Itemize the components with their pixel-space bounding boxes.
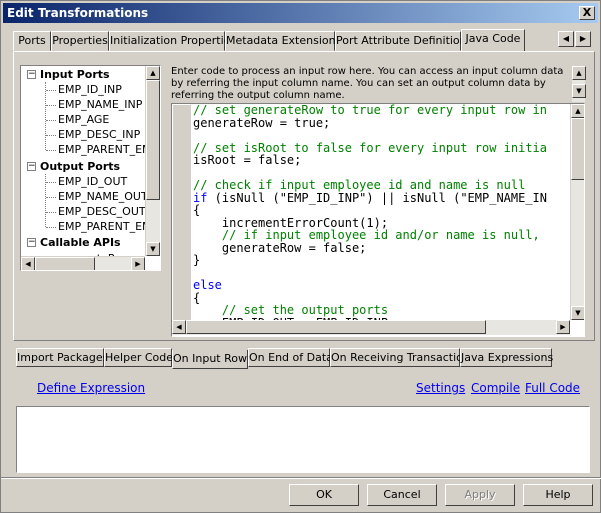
tab-properties[interactable]: Properties (51, 31, 109, 51)
separator (1, 477, 601, 479)
settings-link[interactable]: Settings (416, 381, 465, 395)
code-text[interactable]: // set generateRow to true for every inp… (193, 104, 573, 320)
code-line: // if input employee id and/or name is n… (193, 228, 540, 242)
tree-line (46, 227, 56, 228)
tab-scroll-right-icon[interactable]: ▶ (575, 31, 591, 47)
editor-horizontal-scrollbar[interactable]: ◀ ▶ (172, 320, 570, 335)
code-line: isRoot = false; (193, 153, 302, 167)
tree-item-emp-parent-emp-out[interactable]: EMP_PARENT_EMP (58, 219, 158, 234)
tree-item-emp-id-inp[interactable]: EMP_ID_INP (58, 82, 122, 97)
tree-line (45, 82, 46, 150)
instructions-scroll-up-icon[interactable]: ▲ (572, 66, 586, 80)
code-line: } (193, 253, 201, 267)
edit-transformations-window: Edit Transformations X Ports Properties … (0, 0, 601, 513)
tree-vertical-scrollbar[interactable]: ▲ ▼ (145, 66, 160, 256)
tree-item-emp-desc-out[interactable]: EMP_DESC_OUT (58, 204, 146, 219)
tree-line (46, 120, 56, 121)
tab-on-receiving-transaction[interactable]: On Receiving Transaction (330, 348, 470, 367)
editor-hscroll-thumb[interactable] (186, 320, 486, 334)
collapse-callable-apis-icon[interactable]: − (27, 238, 36, 247)
collapse-input-ports-icon[interactable]: − (27, 70, 36, 79)
tab-java-expressions[interactable]: Java Expressions (460, 348, 553, 367)
tab-initialization-properties[interactable]: Initialization Properties (109, 31, 236, 51)
cancel-button[interactable]: Cancel (367, 484, 437, 506)
tree-line (46, 150, 56, 151)
editor-scroll-thumb[interactable] (571, 118, 584, 180)
code-line: // set the output ports (193, 303, 389, 317)
code-line: generateRow = true; (193, 115, 331, 130)
tab-metadata-extensions[interactable]: Metadata Extensions (225, 31, 341, 51)
instructions-scrollbar[interactable]: ▲ ▼ (571, 66, 586, 102)
ports-tree[interactable]: − Input Ports EMP_ID_INP EMP_NAME_INP EM… (20, 65, 161, 271)
tree-item-emp-name-inp[interactable]: EMP_NAME_INP (58, 97, 142, 112)
editor-vertical-scrollbar[interactable]: ▲ ▼ (570, 104, 584, 320)
tree-scroll-up-icon[interactable]: ▲ (146, 66, 160, 80)
instructions-text: Enter code to process an input row here.… (171, 66, 564, 101)
tree-item-emp-id-out[interactable]: EMP_ID_OUT (58, 174, 127, 189)
title-bar[interactable]: Edit Transformations X (3, 3, 598, 23)
tree-scroll-right-icon[interactable]: ▶ (131, 257, 145, 270)
code-line: // check if input employee id and name i… (193, 178, 526, 192)
full-code-link[interactable]: Full Code (525, 381, 580, 395)
instructions-scroll-down-icon[interactable]: ▼ (572, 84, 586, 98)
code-line: else (193, 278, 222, 292)
compile-link[interactable]: Compile (471, 381, 520, 395)
compile-output-area[interactable] (16, 406, 590, 473)
tree-hscroll-thumb[interactable] (35, 257, 95, 270)
tree-node-callable-apis[interactable]: Callable APIs (40, 235, 121, 250)
code-editor[interactable]: // set generateRow to true for every inp… (171, 103, 585, 337)
code-line: generateRow = false; (193, 240, 367, 255)
tree-line (46, 212, 56, 213)
code-line: // set generateRow to true for every inp… (193, 104, 548, 117)
tree-item-emp-parent-emp-inp[interactable]: EMP_PARENT_EMP (58, 142, 158, 157)
tree-item-emp-age[interactable]: EMP_AGE (58, 112, 109, 127)
tree-node-output-ports[interactable]: Output Ports (40, 159, 120, 174)
help-button[interactable]: Help (523, 484, 593, 506)
tab-ports[interactable]: Ports (13, 31, 51, 51)
tab-port-attribute-definitions[interactable]: Port Attribute Definitions (335, 31, 472, 51)
tree-scroll-left-icon[interactable]: ◀ (21, 257, 35, 270)
editor-scroll-up-icon[interactable]: ▲ (571, 104, 584, 118)
tab-scroll-left-icon[interactable]: ◀ (558, 31, 574, 47)
tree-line (46, 182, 56, 183)
tab-on-input-row[interactable]: On Input Row (172, 350, 248, 369)
code-line: { (193, 203, 201, 217)
collapse-output-ports-icon[interactable]: − (27, 162, 36, 171)
tree-horizontal-scrollbar[interactable]: ◀ ▶ (21, 256, 145, 270)
editor-scroll-down-icon[interactable]: ▼ (571, 306, 584, 320)
define-expression-link[interactable]: Define Expression (37, 381, 145, 395)
ok-button[interactable]: OK (289, 484, 359, 506)
tree-scroll-thumb[interactable] (146, 80, 160, 200)
tree-scroll-down-icon[interactable]: ▼ (146, 242, 160, 256)
tab-import-packages[interactable]: Import Packages (16, 348, 108, 367)
tree-line (46, 135, 56, 136)
tree-line (46, 90, 56, 91)
tree-item-emp-name-out[interactable]: EMP_NAME_OUT (58, 189, 148, 204)
apply-button[interactable]: Apply (445, 484, 515, 506)
tree-node-input-ports[interactable]: Input Ports (40, 67, 110, 82)
editor-gutter (173, 105, 191, 321)
tab-helper-code[interactable]: Helper Code (104, 348, 173, 367)
window-title: Edit Transformations (7, 6, 149, 20)
editor-scroll-left-icon[interactable]: ◀ (172, 320, 186, 334)
tab-java-code[interactable]: Java Code (461, 29, 525, 51)
close-button[interactable]: X (579, 6, 595, 20)
editor-scroll-right-icon[interactable]: ▶ (556, 320, 570, 334)
code-line: if (isNull ("EMP_ID_INP") || isNull ("EM… (193, 190, 548, 205)
tree-line (46, 197, 56, 198)
tree-line (46, 105, 56, 106)
tab-on-end-of-data[interactable]: On End of Data (248, 348, 333, 367)
tree-item-emp-desc-inp[interactable]: EMP_DESC_INP (58, 127, 140, 142)
